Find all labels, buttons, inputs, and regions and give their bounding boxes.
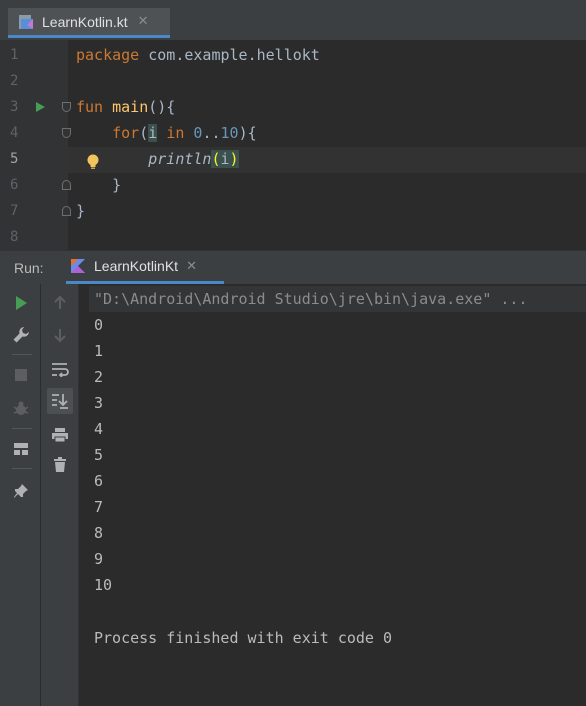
line-number: 7 xyxy=(10,203,19,219)
up-arrow-icon[interactable] xyxy=(47,290,73,316)
console-line: 0 xyxy=(94,316,104,334)
code-token: ( xyxy=(139,124,149,142)
code-token: i xyxy=(148,124,158,142)
console-line: 2 xyxy=(94,368,104,386)
code-editor[interactable]: 1 package com.example.hellokt 2 3 fun ma… xyxy=(0,40,586,250)
fold-icon[interactable] xyxy=(62,206,71,216)
run-toolbar-secondary xyxy=(41,284,79,706)
code-line: 4 for(i in 0..10){ xyxy=(0,120,586,146)
code-token: ){ xyxy=(238,124,257,142)
fold-icon[interactable] xyxy=(62,180,71,190)
console-line: 8 xyxy=(94,524,104,542)
line-number: 3 xyxy=(10,99,19,115)
run-label: Run: xyxy=(14,260,44,276)
editor-tab-learnkotlin[interactable]: LearnKotlin.kt ✕ xyxy=(8,8,170,38)
console-line: 5 xyxy=(94,446,104,464)
line-number: 1 xyxy=(10,47,19,63)
console-line: 6 xyxy=(94,472,104,490)
code-token: ) xyxy=(229,150,239,168)
editor-tab-bar: LearnKotlin.kt ✕ xyxy=(0,0,586,40)
code-token: for xyxy=(112,124,140,142)
run-gutter-icon[interactable] xyxy=(36,102,45,112)
code-token: .. xyxy=(202,124,221,142)
kotlin-file-icon xyxy=(18,14,34,30)
code-line: 6 } xyxy=(0,172,586,198)
line-number: 2 xyxy=(10,73,19,89)
code-line: 7 } xyxy=(0,198,586,224)
console-line: 7 xyxy=(94,498,104,516)
code-token: ( xyxy=(211,150,221,168)
code-line: 1 package com.example.hellokt xyxy=(0,42,586,68)
code-token: main xyxy=(112,98,149,116)
down-arrow-icon[interactable] xyxy=(47,322,73,348)
code-line: 8 xyxy=(0,224,586,250)
code-token: fun xyxy=(76,98,104,116)
console-finish-message: Process finished with exit code 0 xyxy=(94,629,393,647)
fold-icon[interactable] xyxy=(62,128,71,138)
fold-icon[interactable] xyxy=(62,102,71,112)
code-token: com.example.hellokt xyxy=(139,46,320,64)
close-icon[interactable]: ✕ xyxy=(138,14,149,29)
console-line: 3 xyxy=(94,394,104,412)
code-line: 5 println(i) xyxy=(0,146,586,172)
soft-wrap-icon[interactable] xyxy=(47,356,73,382)
line-number: 4 xyxy=(10,125,19,141)
run-icon[interactable] xyxy=(8,290,34,316)
code-line: 3 fun main(){ xyxy=(0,94,586,120)
run-tab-label: LearnKotlinKt xyxy=(94,258,179,274)
pin-icon[interactable] xyxy=(8,478,34,504)
code-token: } xyxy=(76,176,122,194)
stop-icon[interactable] xyxy=(8,362,34,388)
line-number: 5 xyxy=(10,151,19,167)
console-line: 1 xyxy=(94,342,104,360)
wrench-icon[interactable] xyxy=(8,322,34,348)
code-token: i xyxy=(220,150,230,168)
editor-tab-label: LearnKotlin.kt xyxy=(42,13,128,30)
console-line: 10 xyxy=(94,576,113,594)
code-token: package xyxy=(76,46,140,64)
trash-icon[interactable] xyxy=(47,452,73,478)
close-icon[interactable]: ✕ xyxy=(186,259,197,274)
code-token: println xyxy=(148,150,212,168)
console-output[interactable]: "D:\Android\Android Studio\jre\bin\java.… xyxy=(79,284,586,706)
run-tab-learnkotlinkt[interactable]: LearnKotlinKt ✕ xyxy=(66,251,224,284)
console-command: "D:\Android\Android Studio\jre\bin\java.… xyxy=(94,290,528,308)
run-toolbar-primary xyxy=(0,284,41,706)
scroll-to-end-icon[interactable] xyxy=(47,388,73,414)
line-number: 8 xyxy=(10,229,19,245)
kotlin-icon xyxy=(70,258,86,274)
code-token: (){ xyxy=(148,98,176,116)
code-token: } xyxy=(76,202,86,220)
console-line: 4 xyxy=(94,420,104,438)
code-token: 10 xyxy=(220,124,239,142)
code-line: 2 xyxy=(0,68,586,94)
layout-icon[interactable] xyxy=(8,436,34,462)
console-line: 9 xyxy=(94,550,104,568)
debug-icon[interactable] xyxy=(8,396,34,422)
line-number: 6 xyxy=(10,177,19,193)
code-token: in xyxy=(166,124,185,142)
print-icon[interactable] xyxy=(47,422,73,448)
run-panel-header: Run: LearnKotlinKt ✕ xyxy=(0,250,586,284)
